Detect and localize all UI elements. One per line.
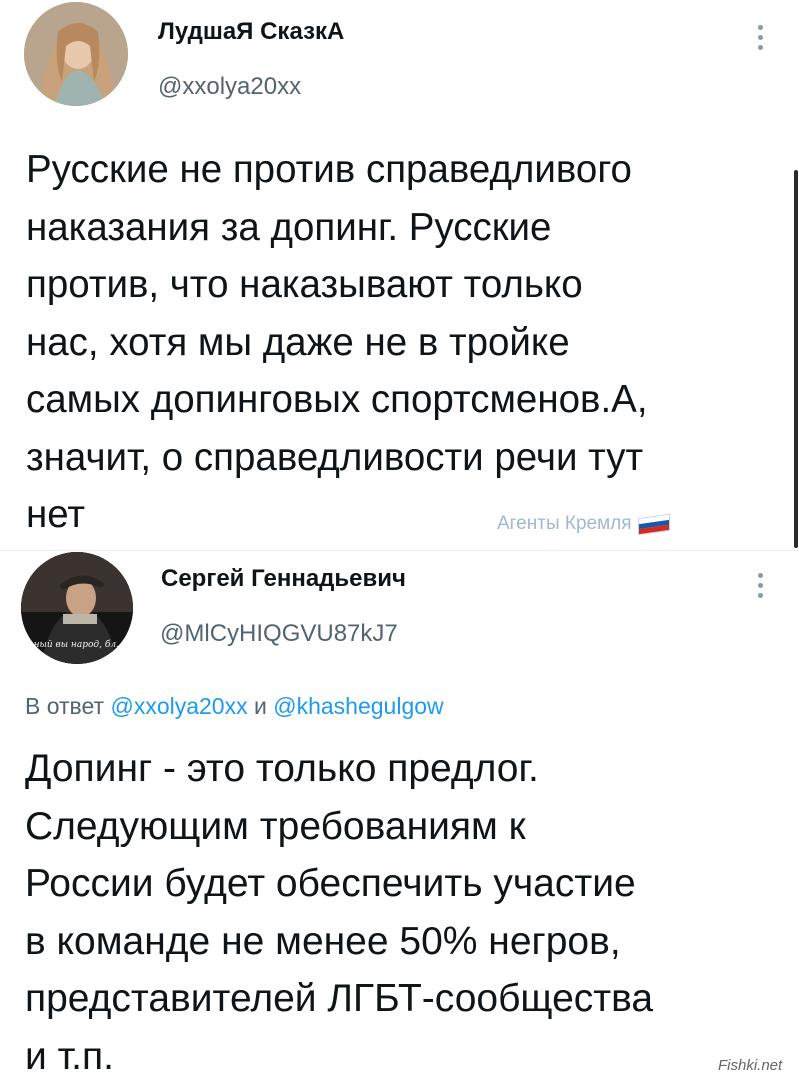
avatar-caption: ...ный вы народ, бл... (25, 640, 125, 650)
watermark-agents-text: Агенты Кремля (497, 513, 632, 534)
user-handle[interactable]: @xxolya20xx (158, 73, 301, 101)
user-handle[interactable]: @MlCyHIQGVU87kJ7 (160, 620, 398, 648)
reply-context: В ответ @xxolya20xx и @khashegulgow (25, 693, 444, 720)
reply-user-link[interactable]: @khashegulgow (273, 693, 443, 719)
avatar[interactable] (24, 2, 128, 106)
watermark-agents: Агенты Кремля (497, 513, 670, 535)
reply-and: и (253, 693, 267, 719)
scrollbar[interactable] (794, 170, 798, 548)
display-name[interactable]: ЛудшаЯ СказкА (158, 18, 344, 46)
more-options-icon[interactable] (758, 573, 764, 598)
display-name[interactable]: Сергей Геннадьевич (161, 565, 406, 593)
watermark-site: Fishki.net (718, 1057, 783, 1074)
reply-prefix: В ответ (25, 693, 105, 719)
avatar-photo (24, 2, 128, 106)
tweet-text: Русские не против справедливого наказани… (26, 148, 648, 536)
more-options-icon[interactable] (758, 25, 764, 50)
tweet-text: Допинг - это только предлог. Следующим т… (25, 747, 654, 1078)
reply-user-link[interactable]: @xxolya20xx (110, 693, 247, 719)
avatar[interactable]: ...ный вы народ, бл... (21, 552, 133, 664)
tweet-divider (0, 550, 799, 551)
russian-flag-icon (637, 513, 670, 535)
